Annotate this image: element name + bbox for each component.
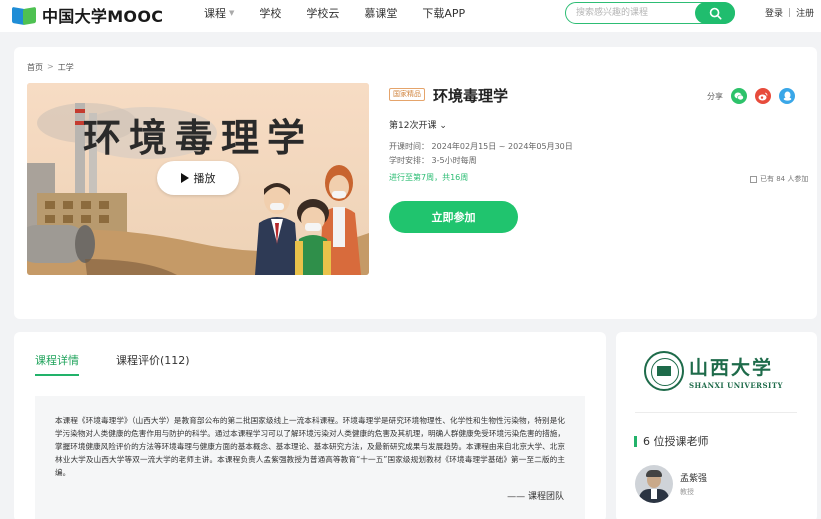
play-icon: [180, 173, 189, 183]
school-logo[interactable]: 山西大学 SHANXI UNIVERSITY: [644, 351, 783, 391]
session-selector[interactable]: 第12次开课 ⌄: [389, 118, 447, 131]
caret-down-icon: ▼: [229, 9, 235, 17]
school-name-en: SHANXI UNIVERSITY: [689, 380, 784, 390]
course-team-signature: —— 课程团队: [507, 492, 564, 502]
nav-item-schools[interactable]: 学校: [259, 5, 281, 21]
breadcrumb: 首页 > 工学: [27, 62, 74, 73]
course-detail-card: 课程详情 课程评价(112) 本课程《环境毒理学》（山西大学）是教育部公布的第二…: [14, 332, 606, 519]
join-course-button[interactable]: 立即参加: [389, 201, 518, 233]
search-box: [565, 2, 735, 24]
divider: [635, 412, 797, 413]
breadcrumb-home[interactable]: 首页: [27, 62, 43, 73]
course-header-card: 首页 > 工学 环境毒理学 播放 国家精品 环境毒理学 第12次开课 ⌄ 开课时…: [14, 47, 817, 319]
schedule-row: 开课时间： 2024年02月15日 ~ 2024年05月30日: [389, 141, 573, 152]
schedule-label: 开课时间：: [389, 142, 429, 151]
national-quality-badge: 国家精品: [389, 88, 425, 101]
nav-item-mooc-class[interactable]: 慕课堂: [364, 5, 397, 21]
chevron-down-icon: ⌄: [439, 121, 447, 131]
site-logo[interactable]: 中国大学MOOC: [12, 3, 163, 27]
university-seal-icon: [644, 351, 684, 391]
heading-accent-bar: [634, 435, 637, 447]
school-name-cn: 山西大学: [689, 356, 774, 379]
logo-mark-icon: [12, 4, 40, 26]
teacher-title: 教授: [680, 488, 694, 496]
weibo-share-icon[interactable]: [755, 88, 771, 104]
workload-label: 学时安排：: [389, 156, 429, 165]
register-link[interactable]: 注册: [796, 6, 814, 19]
course-cover-video[interactable]: 环境毒理学 播放: [27, 83, 369, 275]
search-icon: [709, 7, 722, 20]
nav-item-download-app[interactable]: 下载APP: [422, 5, 465, 21]
people-icon: [750, 175, 757, 183]
search-input[interactable]: [576, 6, 696, 20]
main-nav: 课程 ▼ 学校 学校云 慕课堂 下载APP: [204, 0, 490, 26]
top-nav: 中国大学MOOC 课程▼ 学校 学校云 慕课堂 下载APP 登录 | 注册: [0, 0, 821, 32]
auth-links: 登录 | 注册: [765, 6, 814, 20]
teacher-name: 孟紫强: [680, 474, 708, 484]
schedule-value: 2024年02月15日 ~ 2024年05月30日: [431, 142, 573, 151]
course-progress: 进行至第7周，共16周: [389, 173, 469, 182]
nav-item-courses[interactable]: 课程 ▼: [204, 5, 234, 21]
avatar: [635, 465, 673, 503]
course-title: 环境毒理学: [433, 87, 509, 105]
detail-tabs: 课程详情 课程评价(112): [35, 352, 227, 376]
nav-item-school-cloud[interactable]: 学校云: [306, 5, 339, 21]
course-intro: 本课程《环境毒理学》（山西大学）是教育部公布的第二批国家级线上一流本科课程。环境…: [35, 396, 585, 519]
logo-text: 中国大学MOOC: [42, 7, 164, 26]
tab-course-reviews[interactable]: 课程评价(112): [116, 352, 190, 376]
login-link[interactable]: 登录: [765, 6, 783, 19]
wechat-share-icon[interactable]: [731, 88, 747, 104]
school-card: 山西大学 SHANXI UNIVERSITY 6 位授课老师 孟紫强 教授: [616, 332, 817, 519]
participants-count: 已有 84 人参加: [750, 174, 808, 184]
teachers-heading: 6 位授课老师: [634, 433, 709, 449]
teacher-item[interactable]: 孟紫强 教授: [635, 465, 707, 503]
search-button[interactable]: [695, 2, 735, 24]
share-bar: 分享: [707, 88, 795, 104]
breadcrumb-separator: >: [47, 62, 54, 71]
breadcrumb-category[interactable]: 工学: [58, 62, 74, 73]
tab-course-details[interactable]: 课程详情: [35, 352, 79, 376]
share-label: 分享: [707, 91, 723, 101]
auth-separator: |: [788, 7, 792, 18]
play-button[interactable]: 播放: [157, 161, 239, 195]
cover-title: 环境毒理学: [82, 115, 313, 160]
workload-row: 学时安排： 3-5小时每周: [389, 155, 477, 166]
play-label: 播放: [193, 172, 216, 185]
qq-share-icon[interactable]: [779, 88, 795, 104]
workload-value: 3-5小时每周: [431, 156, 477, 165]
course-intro-text: 本课程《环境毒理学》（山西大学）是教育部公布的第二批国家级线上一流本科课程。环境…: [55, 416, 565, 477]
